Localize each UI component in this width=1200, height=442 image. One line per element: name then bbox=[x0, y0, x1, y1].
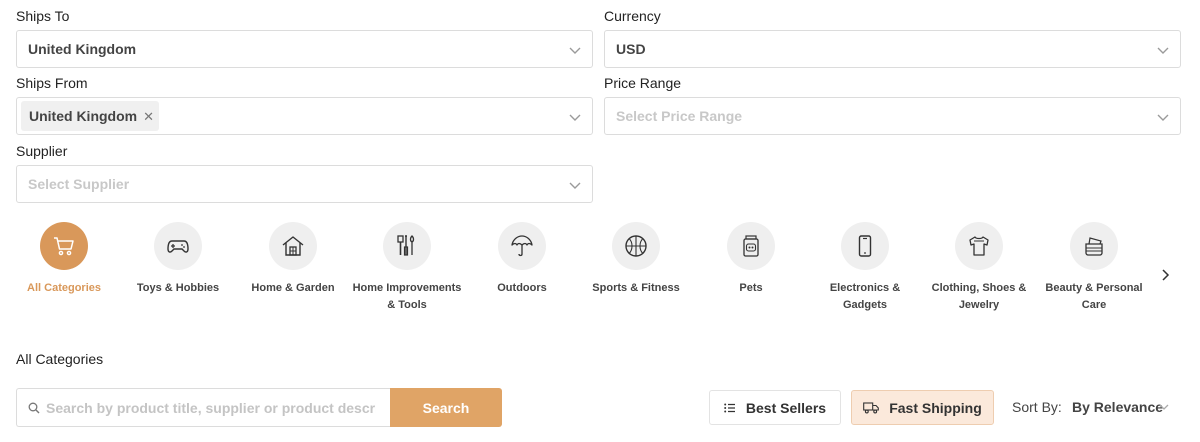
pet-food-icon bbox=[743, 235, 759, 257]
cosmetics-icon bbox=[1085, 237, 1103, 256]
chevron-down-icon bbox=[569, 182, 581, 189]
ships-from-select[interactable]: United Kingdom ✕ bbox=[16, 97, 593, 135]
gamepad-icon bbox=[167, 240, 189, 253]
search-icon bbox=[28, 402, 40, 413]
category-all[interactable]: All Categories bbox=[9, 222, 119, 297]
ships-to-select[interactable]: United Kingdom bbox=[16, 30, 593, 68]
shirt-icon bbox=[969, 236, 989, 256]
search-box[interactable] bbox=[16, 388, 392, 427]
fast-shipping-button[interactable]: Fast Shipping bbox=[851, 390, 994, 425]
house-icon bbox=[282, 236, 304, 256]
sort-select[interactable]: By Relevance bbox=[1072, 399, 1163, 415]
chevron-down-icon[interactable] bbox=[1158, 401, 1170, 413]
category-electronics-gadgets[interactable]: Electronics & Gadgets bbox=[810, 222, 920, 314]
category-label: Pets bbox=[739, 282, 763, 294]
ships-from-chip-label: United Kingdom bbox=[29, 108, 138, 124]
category-sports-fitness[interactable]: Sports & Fitness bbox=[581, 222, 691, 297]
search-button[interactable]: Search bbox=[390, 388, 502, 427]
price-range-label: Price Range bbox=[604, 75, 682, 91]
category-circle bbox=[612, 222, 660, 270]
category-home-garden[interactable]: Home & Garden bbox=[238, 222, 348, 297]
remove-chip-icon[interactable]: ✕ bbox=[143, 110, 154, 123]
category-label: Home Improvements & Tools bbox=[352, 282, 462, 311]
category-circle bbox=[498, 222, 546, 270]
basketball-icon bbox=[625, 235, 647, 257]
category-circle bbox=[727, 222, 775, 270]
ships-from-chip: United Kingdom ✕ bbox=[21, 101, 160, 131]
chevron-right-icon[interactable] bbox=[1158, 268, 1172, 282]
umbrella-icon bbox=[511, 235, 533, 257]
category-toys-hobbies[interactable]: Toys & Hobbies bbox=[123, 222, 233, 297]
category-pets[interactable]: Pets bbox=[696, 222, 806, 297]
category-all-circle bbox=[40, 222, 88, 270]
currency-label: Currency bbox=[604, 8, 661, 24]
list-icon bbox=[724, 403, 735, 412]
category-label: Toys & Hobbies bbox=[136, 282, 220, 294]
category-outdoors[interactable]: Outdoors bbox=[467, 222, 577, 297]
currency-value: USD bbox=[616, 41, 646, 57]
category-label: Clothing, Shoes & Jewelry bbox=[931, 282, 1027, 311]
best-sellers-label: Best Sellers bbox=[745, 399, 827, 416]
section-title: All Categories bbox=[16, 351, 104, 367]
category-label: Electronics & Gadgets bbox=[829, 282, 901, 311]
category-circle bbox=[955, 222, 1003, 270]
ships-to-value: United Kingdom bbox=[28, 41, 137, 57]
search-input[interactable] bbox=[46, 399, 376, 416]
supplier-select[interactable]: Select Supplier bbox=[16, 165, 593, 203]
category-home-improvements-tools[interactable]: Home Improvements & Tools bbox=[352, 222, 462, 314]
phone-icon bbox=[858, 235, 872, 257]
category-circle bbox=[154, 222, 202, 270]
category-label: All Categories bbox=[27, 282, 101, 294]
ships-from-label: Ships From bbox=[16, 75, 88, 91]
best-sellers-button[interactable]: Best Sellers bbox=[709, 390, 841, 425]
price-range-placeholder: Select Price Range bbox=[616, 108, 743, 124]
category-clothing-shoes-jewelry[interactable]: Clothing, Shoes & Jewelry bbox=[924, 222, 1034, 314]
category-carousel: All Categories Toys & Hobbies Home & Gar… bbox=[0, 222, 1200, 332]
category-beauty-personal-care[interactable]: Beauty & Personal Care bbox=[1039, 222, 1149, 314]
chevron-down-icon bbox=[1157, 47, 1169, 54]
fast-shipping-label: Fast Shipping bbox=[889, 399, 982, 416]
category-circle bbox=[841, 222, 889, 270]
cart-icon bbox=[54, 237, 74, 256]
ships-to-label: Ships To bbox=[16, 8, 70, 24]
supplier-label: Supplier bbox=[16, 143, 68, 159]
category-circle bbox=[269, 222, 317, 270]
category-label: Outdoors bbox=[497, 282, 547, 294]
category-label: Home & Garden bbox=[251, 282, 335, 294]
truck-icon bbox=[863, 401, 880, 413]
tools-icon bbox=[397, 235, 415, 256]
price-range-select[interactable]: Select Price Range bbox=[604, 97, 1181, 135]
chevron-down-icon bbox=[569, 114, 581, 121]
category-circle bbox=[383, 222, 431, 270]
category-label: Beauty & Personal Care bbox=[1045, 282, 1143, 311]
sort-label: Sort By: bbox=[1012, 399, 1062, 415]
category-label: Sports & Fitness bbox=[592, 282, 680, 294]
currency-select[interactable]: USD bbox=[604, 30, 1181, 68]
chevron-down-icon bbox=[1157, 114, 1169, 121]
supplier-placeholder: Select Supplier bbox=[28, 176, 130, 192]
chevron-down-icon bbox=[569, 47, 581, 54]
category-circle bbox=[1070, 222, 1118, 270]
